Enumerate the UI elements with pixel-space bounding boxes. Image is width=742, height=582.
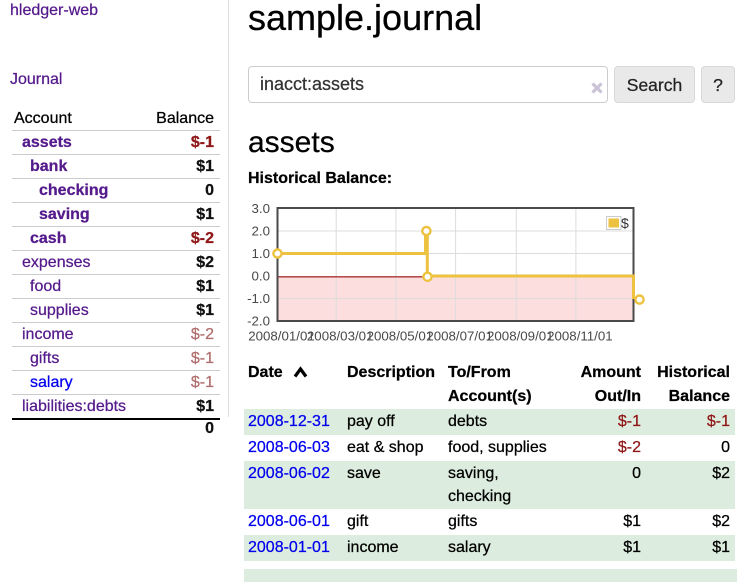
svg-text:-2.0: -2.0: [247, 314, 270, 329]
svg-text:2.0: 2.0: [252, 224, 271, 239]
svg-text:2008/11/01: 2008/11/01: [547, 328, 613, 343]
svg-text:2008/03/01: 2008/03/01: [307, 328, 374, 343]
svg-text:2008/09/01: 2008/09/01: [487, 328, 554, 343]
svg-text:2008/01/01: 2008/01/01: [248, 328, 315, 343]
svg-text:$: $: [621, 215, 629, 231]
svg-text:2008/07/01: 2008/07/01: [426, 328, 493, 343]
svg-text:3.0: 3.0: [252, 201, 271, 216]
svg-text:1.0: 1.0: [252, 246, 271, 261]
svg-text:-1.0: -1.0: [247, 291, 270, 306]
svg-text:0.0: 0.0: [252, 269, 271, 284]
svg-text:2008/05/01: 2008/05/01: [367, 328, 434, 343]
